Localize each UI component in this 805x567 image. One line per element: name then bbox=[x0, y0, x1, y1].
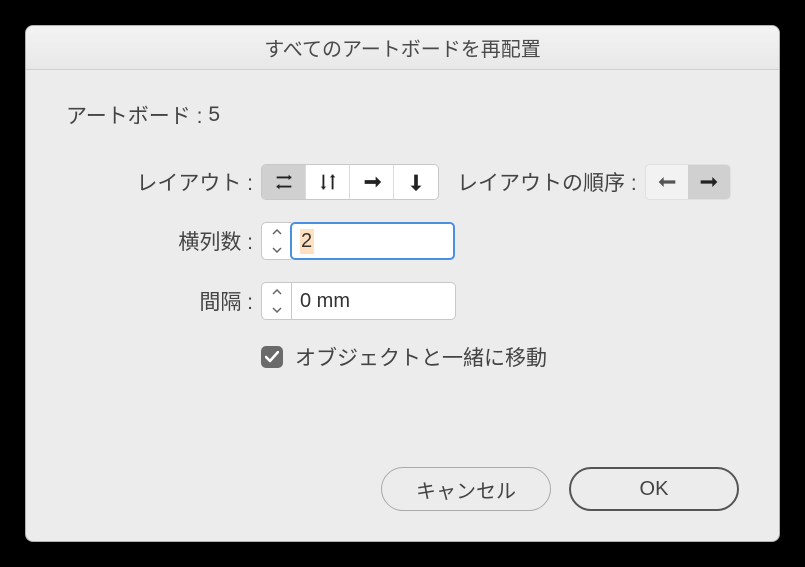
move-artwork-checkbox[interactable] bbox=[261, 346, 283, 368]
spacing-field: 0 mm bbox=[261, 282, 456, 320]
layout-row: レイアウト : レイアウトの順序 : bbox=[66, 164, 739, 200]
layout-grid-col-icon[interactable] bbox=[306, 165, 350, 199]
columns-input[interactable]: 2 bbox=[290, 222, 455, 260]
move-artwork-row: オブジェクトと一緒に移動 bbox=[261, 342, 739, 372]
dialog-title: すべてのアートボードを再配置 bbox=[26, 26, 779, 70]
spacing-label: 間隔 : bbox=[66, 286, 261, 316]
dialog-footer: キャンセル OK bbox=[26, 447, 779, 541]
columns-label: 横列数 : bbox=[66, 226, 261, 256]
cancel-button[interactable]: キャンセル bbox=[381, 467, 551, 511]
layout-icon-group bbox=[261, 164, 439, 200]
layout-order-label: レイアウトの順序 : bbox=[457, 167, 637, 197]
order-ltr-icon[interactable] bbox=[646, 165, 688, 199]
spacing-input[interactable]: 0 mm bbox=[291, 282, 456, 320]
layout-col-icon[interactable] bbox=[394, 165, 438, 199]
layout-row-icon[interactable] bbox=[350, 165, 394, 199]
layout-label: レイアウト : bbox=[66, 167, 261, 197]
columns-stepper bbox=[261, 222, 291, 260]
artboards-row: アートボード : 5 bbox=[66, 100, 739, 130]
dialog-content: アートボード : 5 レイアウト : レイアウトの順序 : bbox=[26, 70, 779, 447]
columns-field: 2 bbox=[261, 222, 455, 260]
spacing-step-up[interactable] bbox=[262, 283, 291, 301]
order-rtl-icon[interactable] bbox=[688, 165, 730, 199]
rearrange-artboards-dialog: すべてのアートボードを再配置 アートボード : 5 レイアウト : bbox=[25, 25, 780, 542]
columns-step-up[interactable] bbox=[262, 223, 291, 241]
layout-order-group bbox=[645, 164, 731, 200]
spacing-stepper bbox=[261, 282, 291, 320]
artboards-label: アートボード : bbox=[66, 100, 202, 130]
move-artwork-label: オブジェクトと一緒に移動 bbox=[295, 342, 547, 372]
spacing-step-down[interactable] bbox=[262, 301, 291, 319]
columns-step-down[interactable] bbox=[262, 241, 291, 259]
ok-button[interactable]: OK bbox=[569, 467, 739, 511]
artboards-count: 5 bbox=[208, 103, 220, 127]
spacing-row: 間隔 : 0 mm bbox=[66, 282, 739, 320]
columns-row: 横列数 : 2 bbox=[66, 222, 739, 260]
layout-grid-row-icon[interactable] bbox=[262, 165, 306, 199]
